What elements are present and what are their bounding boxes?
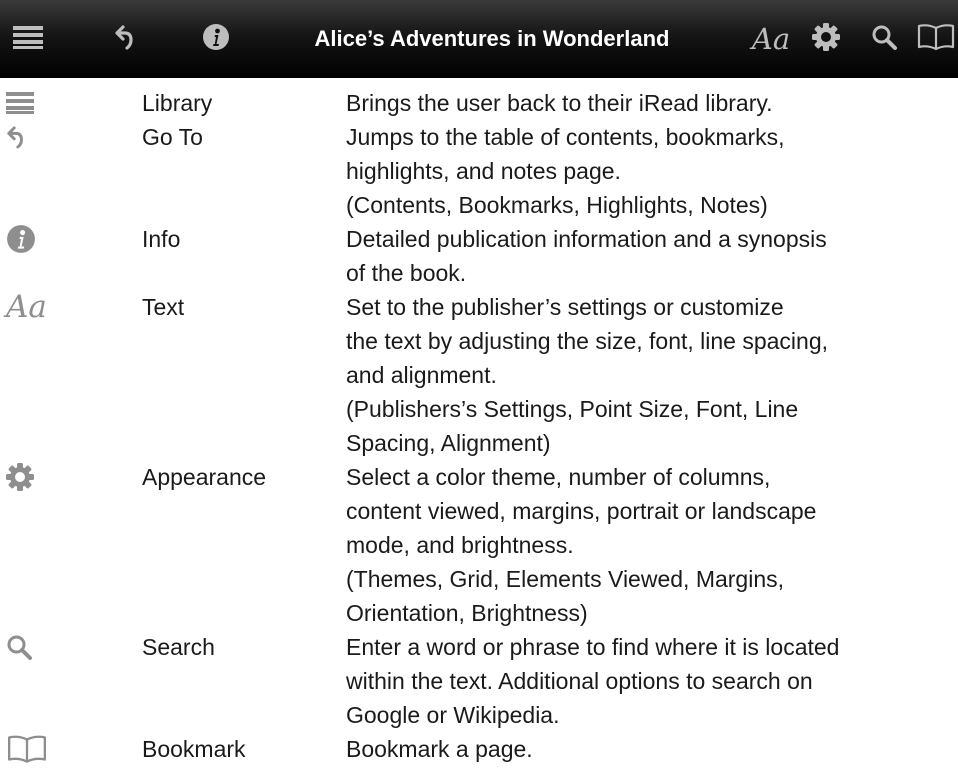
- book-title: Alice’s Adventures in Wonderland: [314, 26, 670, 51]
- gear-icon: [812, 22, 840, 56]
- description-line: Jumps to the table of contents, bookmark…: [346, 124, 785, 150]
- legend-description: Detailed publication information and a s…: [346, 222, 956, 290]
- text-settings-button[interactable]: Aa: [748, 0, 794, 78]
- appearance-button[interactable]: [808, 0, 844, 78]
- legend-label: Appearance: [142, 464, 267, 490]
- search-icon: [871, 24, 897, 55]
- legend-description: Select a color theme, number of columns,…: [346, 460, 956, 630]
- description-line: Spacing, Alignment): [346, 430, 551, 456]
- legend-description: Set to the publisher’s settings or custo…: [346, 290, 956, 460]
- back-arrow-icon: [114, 24, 136, 55]
- info-icon: [202, 23, 230, 56]
- book-icon: [6, 732, 50, 766]
- gear-icon: [6, 460, 50, 494]
- description-line: Google or Wikipedia.: [346, 702, 560, 728]
- search-button[interactable]: [866, 0, 902, 78]
- library-button[interactable]: [8, 0, 48, 78]
- description-line: of the book.: [346, 260, 467, 286]
- description-line: Detailed publication information and a s…: [346, 226, 827, 252]
- description-line: (Publishers’s Settings, Point Size, Font…: [346, 396, 799, 422]
- description-line: Set to the publisher’s settings or custo…: [346, 294, 784, 320]
- legend-label: Library: [142, 90, 213, 116]
- description-line: the text by adjusting the size, font, li…: [346, 328, 829, 354]
- bookmark-button[interactable]: [916, 0, 958, 78]
- description-line: highlights, and notes page.: [346, 158, 621, 184]
- legend-description: Bookmark a page.: [346, 732, 956, 766]
- legend-label: Go To: [142, 124, 203, 150]
- description-line: content viewed, margins, portrait or lan…: [346, 498, 817, 524]
- description-line: mode, and brightness.: [346, 532, 574, 558]
- book-icon: [916, 23, 956, 56]
- description-line: within the text. Additional options to s…: [346, 668, 813, 694]
- legend-description: Brings the user back to their iRead libr…: [346, 86, 956, 120]
- description-line: and alignment.: [346, 362, 497, 388]
- description-line: Orientation, Brightness): [346, 600, 588, 626]
- legend-label: Search: [142, 634, 215, 660]
- list-icon: [13, 25, 43, 54]
- top-toolbar: Alice’s Adventures in Wonderland Aa: [0, 0, 958, 78]
- legend-label: Bookmark: [142, 736, 246, 762]
- back-arrow-icon: [6, 120, 50, 154]
- description-line: Select a color theme, number of columns,: [346, 464, 771, 490]
- text-format-icon: Aa: [6, 290, 50, 324]
- description-line: Enter a word or phrase to find where it …: [346, 634, 840, 660]
- search-icon: [6, 630, 50, 664]
- description-line: (Themes, Grid, Elements Viewed, Margins,: [346, 566, 785, 592]
- go-to-button[interactable]: [108, 0, 142, 78]
- text-format-icon-glyph: Aa: [6, 288, 47, 325]
- info-icon: [6, 222, 50, 256]
- text-format-icon: Aa: [751, 21, 791, 56]
- legend-label: Info: [142, 226, 181, 252]
- list-icon: [6, 86, 50, 120]
- legend-description: Jumps to the table of contents, bookmark…: [346, 120, 956, 222]
- info-button[interactable]: [198, 0, 234, 78]
- legend-label: Text: [142, 294, 185, 320]
- toolbar-legend: Library Brings the user back to their iR…: [0, 78, 958, 776]
- legend-description: Enter a word or phrase to find where it …: [346, 630, 956, 732]
- description-line: Bookmark a page.: [346, 736, 533, 762]
- description-line: Brings the user back to their iRead libr…: [346, 90, 773, 116]
- description-line: (Contents, Bookmarks, Highlights, Notes): [346, 192, 768, 218]
